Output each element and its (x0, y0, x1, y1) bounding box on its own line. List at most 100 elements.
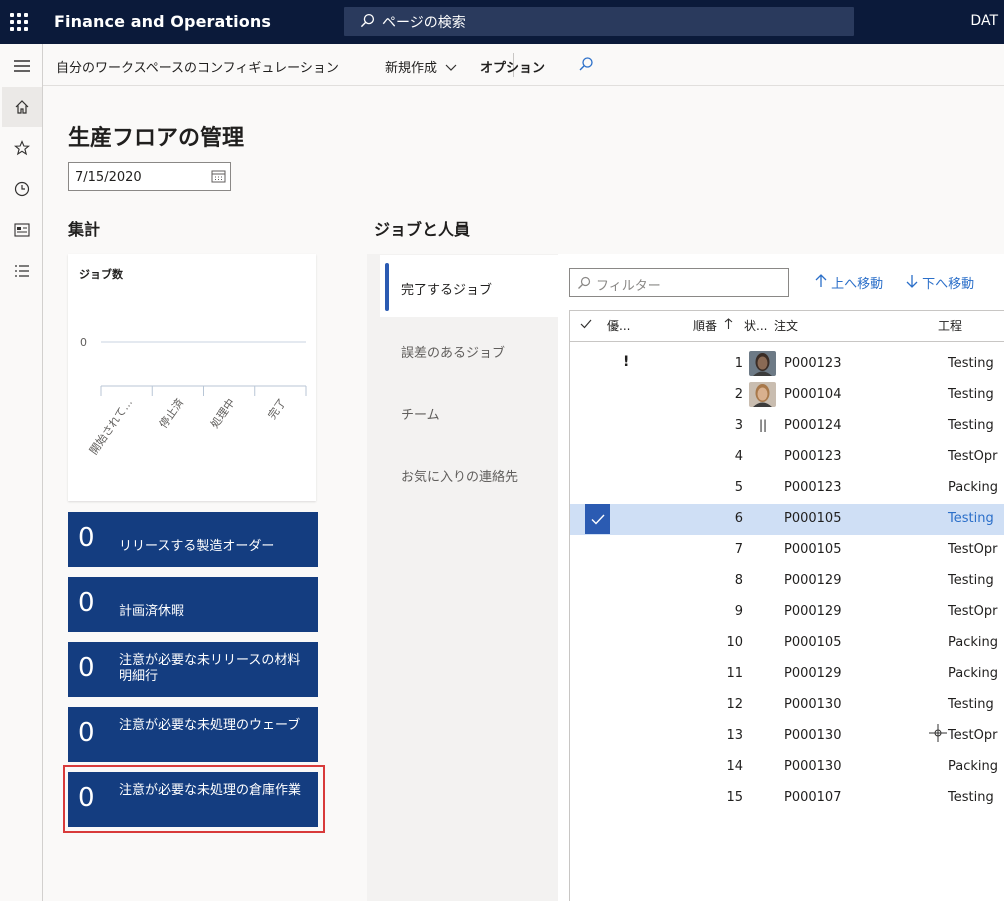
home-icon[interactable] (2, 87, 42, 127)
tile-label: 注意が必要な未リリースの材料明細行 (119, 653, 301, 684)
order-cell: P000107 (784, 790, 842, 805)
move-down-label: 下へ移動 (922, 277, 975, 292)
workspaces-icon[interactable] (2, 210, 42, 250)
table-row[interactable]: 7 P000105 TestOpr (570, 535, 1004, 566)
recent-clock-icon[interactable] (2, 169, 42, 209)
tab-label: 完了するジョブ (401, 283, 493, 298)
select-all-checkmark-icon[interactable] (580, 319, 592, 329)
tile-unreleased-bom-lines[interactable]: 0 注意が必要な未リリースの材料明細行 (68, 642, 318, 697)
table-row[interactable]: 4 P000123 TestOpr (570, 442, 1004, 473)
tab-team[interactable]: チーム (380, 380, 558, 442)
tile-count: 0 (78, 718, 95, 748)
job-count-chart-card: ジョブ数 0 開始されて... 停止済 処理中 完了 (68, 254, 316, 501)
table-row[interactable]: ! 1 P000123 Testing (570, 349, 1004, 380)
summary-heading: 集計 (68, 220, 101, 239)
move-up-button[interactable]: 上へ移動 (815, 273, 883, 292)
table-row[interactable]: 5 P000123 Packing (570, 473, 1004, 504)
workspace-config-button[interactable]: 自分のワークスペースのコンフィギュレーション (56, 57, 339, 76)
column-header-priority[interactable]: 優... (607, 317, 630, 334)
order-cell: P000104 (784, 387, 842, 402)
operation-cell: Packing (948, 635, 999, 650)
column-header-order[interactable]: 注文 (774, 317, 798, 334)
sequence-cell: 13 (726, 728, 743, 743)
operation-cell: TestOpr (948, 449, 998, 464)
order-cell: P000129 (784, 604, 842, 619)
new-menu-button[interactable]: 新規作成 (385, 57, 457, 76)
order-cell: P000105 (784, 635, 842, 650)
operation-cell: Testing (948, 697, 994, 712)
active-tab-indicator (385, 263, 389, 311)
column-header-operation[interactable]: 工程 (938, 317, 962, 334)
favorites-star-icon[interactable] (2, 128, 42, 168)
y-tick-label: 0 (80, 336, 87, 349)
filter-input[interactable]: フィルター (569, 268, 789, 297)
tab-label: チーム (401, 408, 440, 423)
row-selected-checkmark-icon[interactable] (585, 504, 610, 534)
operation-cell: Testing (948, 356, 994, 371)
search-box[interactable]: ページの検索 (344, 7, 854, 36)
app-launcher-icon[interactable] (10, 13, 28, 31)
table-row[interactable]: 14 P000130 Packing (570, 752, 1004, 783)
order-cell: P000130 (784, 697, 842, 712)
tab-favorite-contacts[interactable]: お気に入りの連絡先 (380, 442, 558, 504)
tile-release-production-orders[interactable]: 0 リリースする製造オーダー (68, 512, 318, 567)
sequence-cell: 1 (734, 356, 743, 371)
tile-label: 注意が必要な未処理のウェーブ (119, 718, 301, 733)
header-divider (570, 341, 1004, 342)
table-row[interactable]: 12 P000130 Testing (570, 690, 1004, 721)
tile-count: 0 (78, 653, 95, 683)
tile-count: 0 (78, 588, 95, 618)
operation-cell: Testing (948, 418, 994, 433)
table-row[interactable]: 10 P000105 Packing (570, 628, 1004, 659)
arrow-down-icon (906, 275, 918, 288)
sequence-cell: 15 (726, 790, 743, 805)
chevron-down-icon (445, 64, 457, 71)
column-header-sequence[interactable]: 順番 (693, 317, 733, 334)
operation-cell: Packing (948, 759, 999, 774)
sequence-cell: 9 (734, 604, 743, 619)
table-row[interactable]: 3 || P000124 Testing (570, 411, 1004, 442)
calendar-icon[interactable] (211, 169, 226, 183)
table-row[interactable]: 2 P000104 Testing (570, 380, 1004, 411)
tile-unprocessed-waves[interactable]: 0 注意が必要な未処理のウェーブ (68, 707, 318, 762)
date-picker[interactable]: 7/15/2020 (68, 162, 231, 191)
tab-label: お気に入りの連絡先 (401, 470, 519, 485)
sequence-cell: 11 (726, 666, 743, 681)
tile-count: 0 (78, 523, 95, 553)
sequence-cell: 7 (734, 542, 743, 557)
app-title[interactable]: Finance and Operations (54, 12, 271, 31)
operation-cell: Testing (948, 790, 994, 805)
jobs-heading: ジョブと人員 (374, 220, 471, 239)
navigation-rail (0, 44, 43, 901)
table-row[interactable]: 9 P000129 TestOpr (570, 597, 1004, 628)
modules-list-icon[interactable] (2, 251, 42, 291)
paused-state-icon: || (759, 418, 768, 432)
tab-jobs-with-errors[interactable]: 誤差のあるジョブ (380, 318, 558, 380)
order-cell: P000130 (784, 728, 842, 743)
action-pane: 自分のワークスペースのコンフィギュレーション 新規作成 オプション (43, 44, 1004, 86)
sequence-cell: 2 (734, 387, 743, 402)
tab-jobs-to-complete[interactable]: 完了するジョブ (380, 255, 558, 317)
company-selector[interactable]: DAT (970, 13, 998, 29)
tile-planned-leave[interactable]: 0 計画済休暇 (68, 577, 318, 632)
table-row[interactable]: 6 P000105 Testing (570, 504, 1004, 535)
table-row[interactable]: 15 P000107 Testing (570, 783, 1004, 814)
x-tick-label: 完了 (265, 396, 289, 422)
move-down-button[interactable]: 下へ移動 (906, 273, 974, 292)
avatar-1 (749, 351, 776, 376)
tile-label: リリースする製造オーダー (119, 539, 275, 554)
sequence-cell: 14 (726, 759, 743, 774)
filter-search-icon (578, 276, 591, 289)
hamburger-menu-icon[interactable] (2, 46, 42, 86)
new-menu-label: 新規作成 (385, 61, 438, 76)
column-header-state[interactable]: 状... (744, 317, 767, 334)
action-search-icon[interactable] (578, 56, 594, 76)
order-cell: P000123 (784, 480, 842, 495)
crosshair-cursor-icon (929, 724, 947, 742)
table-row[interactable]: 11 P000129 Packing (570, 659, 1004, 690)
move-up-label: 上へ移動 (831, 277, 884, 292)
options-tab[interactable]: オプション (480, 57, 545, 76)
sequence-cell: 4 (734, 449, 743, 464)
table-row[interactable]: 8 P000129 Testing (570, 566, 1004, 597)
x-tick-label: 処理中 (208, 396, 238, 430)
